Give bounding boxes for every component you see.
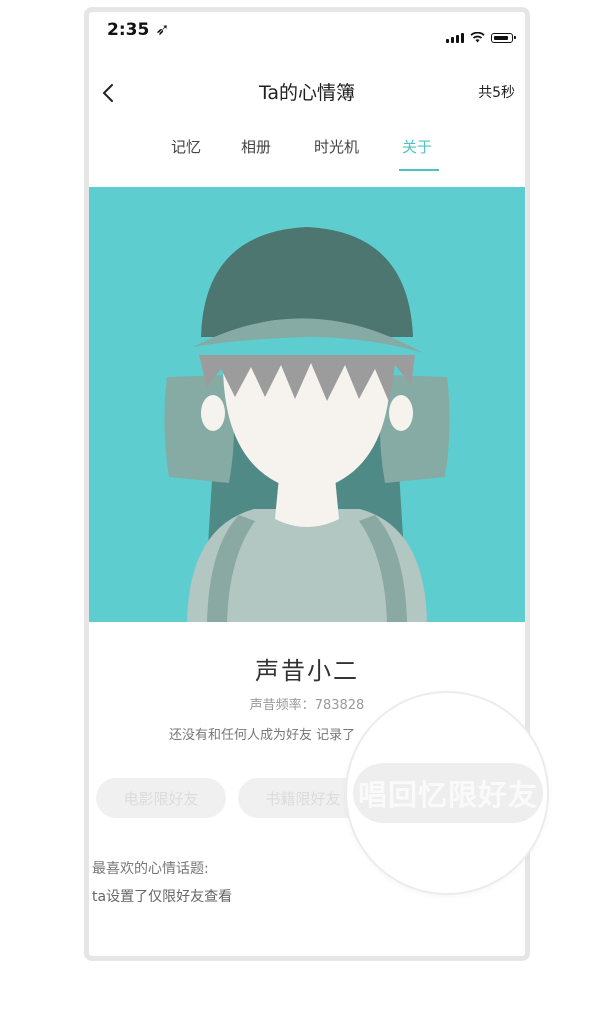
- song-memory-friends-only-button[interactable]: 唱回忆限好友: [353, 763, 543, 823]
- tab-about[interactable]: 关于: [402, 136, 432, 157]
- tab-time-machine[interactable]: 时光机: [314, 136, 359, 157]
- avatar-illustration: [164, 227, 450, 622]
- favorite-topic-value: ta设置了仅限好友查看: [92, 889, 233, 905]
- tab-bar: 记忆 相册 时光机 关于: [89, 136, 525, 176]
- movie-friends-only-button[interactable]: 电影限好友: [96, 778, 226, 818]
- frequency-label: 声昔频率：: [249, 698, 315, 713]
- status-icons: [446, 32, 516, 43]
- battery-icon: [491, 33, 516, 43]
- friends-note: 还没有和任何人成为好友 记录了: [169, 728, 356, 743]
- tab-album[interactable]: 相册: [241, 136, 271, 157]
- signal-icon: [446, 33, 464, 43]
- page-title: Ta的心情簿: [258, 82, 356, 104]
- status-time: 2:35 ➶: [107, 20, 170, 40]
- profile-name: 声昔小二: [255, 657, 359, 685]
- profile-banner: [89, 187, 525, 622]
- active-tab-indicator: [399, 169, 439, 171]
- favorite-topic-title: 最喜欢的心情话题:: [92, 861, 209, 877]
- frequency-value: 783828: [314, 698, 365, 713]
- tab-memory[interactable]: 记忆: [171, 136, 201, 157]
- wifi-icon: [470, 32, 485, 43]
- magnifier-callout: 唱回忆限好友: [347, 693, 547, 893]
- duration-label: 共5秒: [478, 85, 515, 101]
